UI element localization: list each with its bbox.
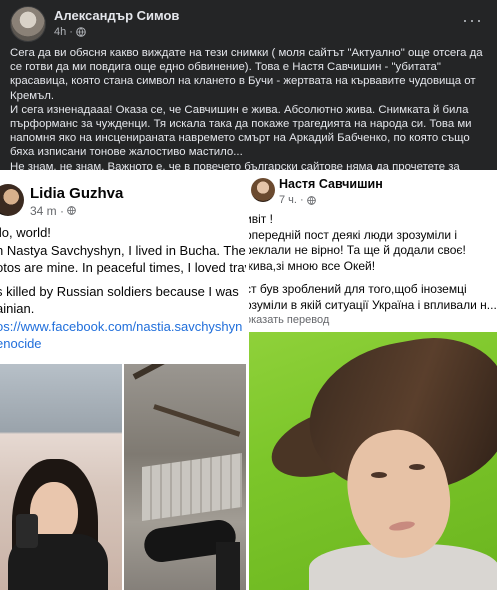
hashtag-link[interactable]: enocide (0, 335, 246, 353)
staged-scene-photo (124, 364, 246, 590)
nastya-post-text: ивіт ! опередній пост деякі люди зрозумі… (249, 212, 497, 329)
facebook-link[interactable]: os://www.facebook.com/nastia.savchyshyn (0, 318, 246, 336)
globe-icon (306, 195, 316, 205)
author-name[interactable]: Александър Симов (54, 8, 179, 23)
lidia-post-time: 34 m · (30, 204, 77, 218)
show-translation-link[interactable]: оказать перевод (249, 313, 497, 329)
more-options-button[interactable]: ··· (462, 10, 483, 31)
post-meta: 4h · (54, 26, 86, 38)
post-image-collage[interactable]: Lidia Guzhva 34 m · llo, world! n Nastya… (0, 170, 497, 590)
globe-icon (76, 27, 86, 37)
globe-icon (67, 206, 77, 215)
selfie-photo (0, 364, 122, 590)
lidia-avatar (0, 184, 24, 216)
left-screenshot: Lidia Guzhva 34 m · llo, world! n Nastya… (0, 174, 246, 590)
post-body: Сега да ви обясня какво виждате на тези … (10, 46, 488, 188)
lidia-name: Lidia Guzhva (30, 185, 124, 202)
post-header: Александър Симов 4h · ··· (10, 6, 487, 42)
right-screenshot: Настя Савчишин 7 ч. · ивіт ! опередній п… (249, 174, 497, 590)
post-paragraph: Сега да ви обясня какво виждате на тези … (10, 47, 483, 102)
author-avatar[interactable] (10, 6, 46, 42)
lidia-post-text: llo, world! n Nastya Savchyshyn, I lived… (0, 224, 246, 353)
nastya-name: Настя Савчишин (279, 177, 383, 191)
nastya-avatar (251, 178, 275, 202)
post-time[interactable]: 4h (54, 26, 66, 38)
portrait-photo (249, 332, 497, 590)
nastya-post-time: 7 ч. · (279, 194, 316, 206)
post-paragraph: И сега изненадааа! Оказа се, че Савчишин… (10, 103, 472, 159)
